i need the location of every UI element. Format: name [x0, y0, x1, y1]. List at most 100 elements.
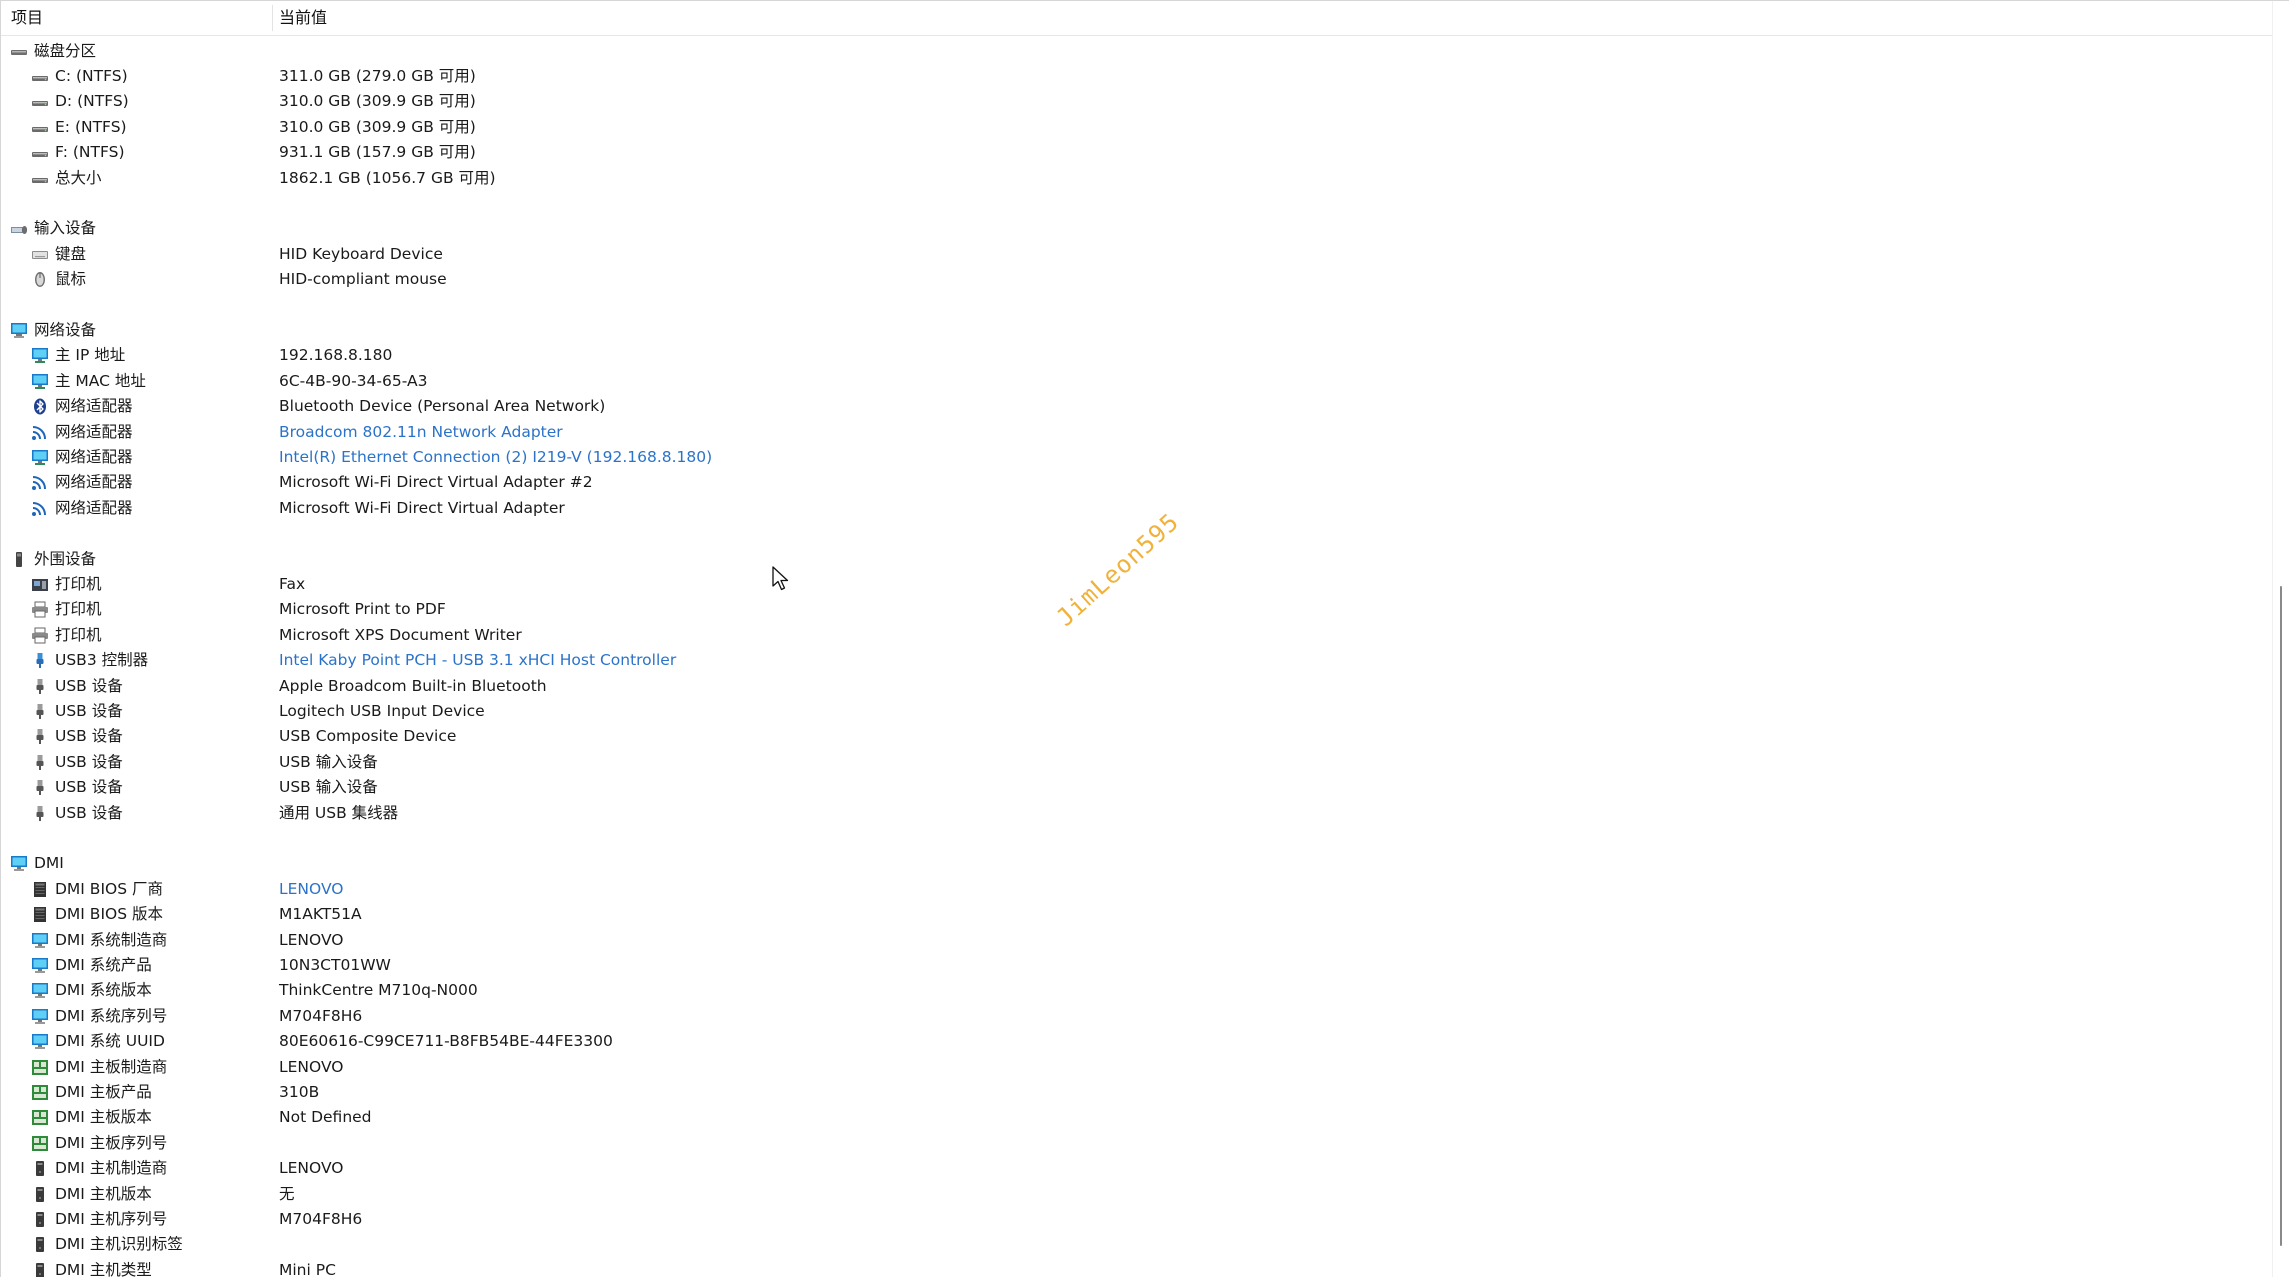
property-label: 网络适配器	[55, 422, 133, 441]
property-row[interactable]: DMI 主板产品 310B	[1, 1080, 2273, 1105]
property-row[interactable]: 网络适配器 Microsoft Wi-Fi Direct Virtual Adap…	[1, 470, 2273, 495]
property-row[interactable]: DMI 主板序列号	[1, 1131, 2273, 1156]
property-row[interactable]: USB 设备 Apple Broadcom Built-in Bluetooth	[1, 674, 2273, 699]
property-row[interactable]: DMI 主板制造商 LENOVO	[1, 1055, 2273, 1080]
column-header-item[interactable]: 项目	[11, 1, 43, 35]
property-row[interactable]: 网络适配器 Microsoft Wi-Fi Direct Virtual Adap…	[1, 496, 2273, 521]
chassis-icon	[31, 1186, 49, 1203]
property-row[interactable]: DMI 系统序列号 M704F8H6	[1, 1004, 2273, 1029]
motherboard-icon	[31, 1109, 49, 1126]
property-row[interactable]: 打印机 Microsoft Print to PDF	[1, 597, 2273, 622]
property-label: 网络适配器	[55, 447, 133, 466]
property-row[interactable]: USB 设备 USB 输入设备	[1, 750, 2273, 775]
property-value: HID Keyboard Device	[279, 244, 443, 263]
scrollbar-thumb[interactable]	[2280, 586, 2282, 1246]
property-row[interactable]: DMI 主板版本 Not Defined	[1, 1105, 2273, 1130]
section-header[interactable]: 磁盘分区	[1, 39, 2273, 64]
chassis-icon	[31, 1262, 49, 1277]
property-row[interactable]: DMI BIOS 厂商 LENOVO	[1, 877, 2273, 902]
property-label: DMI 主板版本	[55, 1108, 152, 1127]
property-row[interactable]: DMI 系统产品 10N3CT01WW	[1, 953, 2273, 978]
property-row[interactable]: USB 设备 Logitech USB Input Device	[1, 699, 2273, 724]
drive-icon	[31, 68, 49, 85]
property-label: 鼠标	[55, 270, 87, 289]
property-value-link[interactable]: Broadcom 802.11n Network Adapter	[279, 420, 563, 445]
monitor-icon	[31, 1033, 49, 1050]
property-row[interactable]: DMI 系统 UUID 80E60616-C99CE711-B8FB54BE-44…	[1, 1029, 2273, 1054]
property-row[interactable]: 主 MAC 地址 6C-4B-90-34-65-A3	[1, 369, 2273, 394]
monitor-icon	[31, 982, 49, 999]
chassis-icon	[31, 1160, 49, 1177]
property-row[interactable]: DMI 主机制造商 LENOVO	[1, 1156, 2273, 1181]
property-label: DMI BIOS 厂商	[55, 879, 163, 898]
property-value-link[interactable]: Intel Kaby Point PCH - USB 3.1 xHCI Host…	[279, 648, 676, 673]
dmi-group-icon	[10, 855, 28, 872]
property-row[interactable]: 打印机 Fax	[1, 572, 2273, 597]
column-divider[interactable]	[272, 5, 273, 31]
property-row[interactable]: 主 IP 地址 192.168.8.180	[1, 343, 2273, 368]
vertical-scrollbar[interactable]	[2272, 1, 2289, 1277]
property-row[interactable]: DMI 主机版本 无	[1, 1182, 2273, 1207]
motherboard-icon	[31, 1084, 49, 1101]
property-row[interactable]: DMI 主机识别标签	[1, 1232, 2273, 1257]
property-value: M704F8H6	[279, 1006, 363, 1025]
property-value: Fax	[279, 574, 306, 593]
property-row[interactable]: 网络适配器 Intel(R) Ethernet Connection (2) I2…	[1, 445, 2273, 470]
property-row[interactable]: USB 设备 USB 输入设备	[1, 775, 2273, 800]
property-row[interactable]: 打印机 Microsoft XPS Document Writer	[1, 623, 2273, 648]
property-label: DMI 主机识别标签	[55, 1235, 183, 1254]
drive-group-icon	[10, 43, 28, 60]
property-value: 80E60616-C99CE711-B8FB54BE-44FE3300	[279, 1032, 613, 1051]
property-row[interactable]: C: (NTFS) 311.0 GB (279.0 GB 可用)	[1, 64, 2273, 89]
property-row[interactable]: 鼠标 HID-compliant mouse	[1, 267, 2273, 292]
property-value: 311.0 GB (279.0 GB 可用)	[279, 66, 476, 85]
property-label: DMI 主机制造商	[55, 1159, 168, 1178]
property-row[interactable]: DMI 主机序列号 M704F8H6	[1, 1207, 2273, 1232]
property-value: 931.1 GB (157.9 GB 可用)	[279, 143, 476, 162]
drive-icon	[31, 144, 49, 161]
property-label: USB 设备	[55, 676, 123, 695]
section-header[interactable]: 输入设备	[1, 216, 2273, 241]
device-info-window: 磁盘分区 C: (NTFS) 311.0 GB (279.0 GB 可用) D: (N…	[0, 0, 2289, 1277]
mouse-cursor-icon	[772, 566, 789, 591]
property-label: D: (NTFS)	[55, 92, 129, 111]
property-value: Microsoft Print to PDF	[279, 600, 446, 619]
peripheral-group-icon	[10, 551, 28, 568]
section-header[interactable]: DMI	[1, 851, 2273, 876]
property-value: 310.0 GB (309.9 GB 可用)	[279, 117, 476, 136]
property-label: USB3 控制器	[55, 651, 149, 670]
property-value: 192.168.8.180	[279, 346, 393, 365]
property-label: DMI 主机序列号	[55, 1209, 168, 1228]
property-label: 打印机	[55, 625, 102, 644]
property-row[interactable]: 总大小 1862.1 GB (1056.7 GB 可用)	[1, 166, 2273, 191]
property-row[interactable]: USB3 控制器 Intel Kaby Point PCH - USB 3.1 x…	[1, 648, 2273, 673]
property-value-link[interactable]: LENOVO	[279, 877, 343, 902]
property-label: USB 设备	[55, 803, 123, 822]
property-row[interactable]: 网络适配器 Bluetooth Device (Personal Area Net…	[1, 394, 2273, 419]
property-row[interactable]: DMI BIOS 版本 M1AKT51A	[1, 902, 2273, 927]
property-label: DMI BIOS 版本	[55, 905, 163, 924]
section-header[interactable]: 网络设备	[1, 318, 2273, 343]
property-row[interactable]: E: (NTFS) 310.0 GB (309.9 GB 可用)	[1, 115, 2273, 140]
property-row[interactable]: USB 设备 通用 USB 集线器	[1, 801, 2273, 826]
property-row[interactable]: 键盘 HID Keyboard Device	[1, 242, 2273, 267]
section-label: 磁盘分区	[34, 41, 97, 60]
property-row[interactable]: 网络适配器 Broadcom 802.11n Network Adapter	[1, 420, 2273, 445]
property-row[interactable]: D: (NTFS) 310.0 GB (309.9 GB 可用)	[1, 89, 2273, 114]
property-row[interactable]: DMI 系统版本 ThinkCentre M710q-N000	[1, 978, 2273, 1003]
property-row[interactable]: USB 设备 USB Composite Device	[1, 724, 2273, 749]
property-row[interactable]: DMI 主机类型 Mini PC	[1, 1258, 2273, 1277]
printer-icon	[31, 601, 49, 618]
property-label: 键盘	[55, 244, 87, 263]
property-value: USB 输入设备	[279, 778, 378, 797]
motherboard-icon	[31, 1135, 49, 1152]
property-value: Microsoft Wi-Fi Direct Virtual Adapter	[279, 498, 565, 517]
property-label: USB 设备	[55, 701, 123, 720]
usb-plug-icon	[31, 805, 49, 822]
property-value-link[interactable]: Intel(R) Ethernet Connection (2) I219-V …	[279, 445, 712, 470]
property-value: ThinkCentre M710q-N000	[279, 981, 478, 1000]
property-row[interactable]: DMI 系统制造商 LENOVO	[1, 928, 2273, 953]
property-label: DMI 主板序列号	[55, 1133, 168, 1152]
property-row[interactable]: F: (NTFS) 931.1 GB (157.9 GB 可用)	[1, 140, 2273, 165]
column-header-value[interactable]: 当前值	[279, 1, 327, 35]
